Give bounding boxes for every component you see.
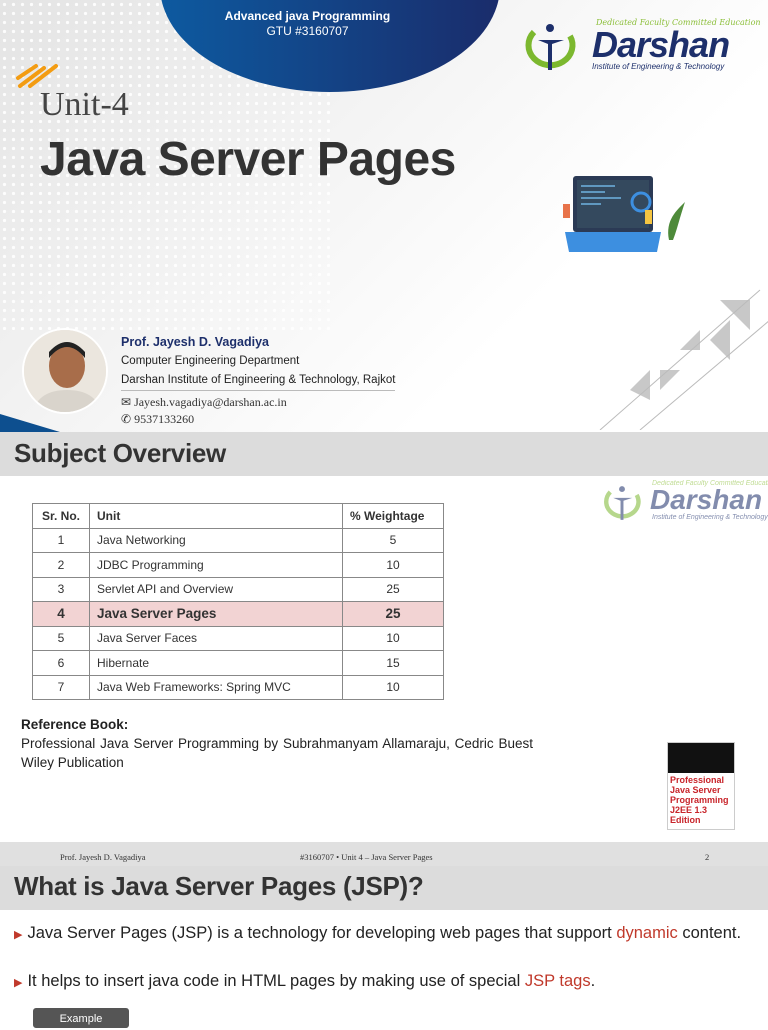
table-row: 4 Java Server Pages 25 [32, 601, 444, 627]
developer-laptop-illustration [563, 176, 685, 252]
professor-institute: Darshan Institute of Engineering & Techn… [121, 371, 396, 391]
jsp-intro-slide: What is Java Server Pages (JSP)? ▶ Java S… [0, 866, 768, 1028]
footer-center: #3160707 • Unit 4 – Java Server Pages [300, 852, 433, 862]
bullet-text: Java Server Pages (JSP) is a technology … [27, 924, 617, 942]
slide-footer: Prof. Jayesh D. Vagadiya #3160707 • Unit… [0, 842, 768, 866]
header-sr-no: Sr. No. [32, 503, 90, 529]
table-row: 3 Servlet API and Overview 25 [32, 576, 444, 602]
page-number: 2 [705, 852, 710, 862]
reference-label: Reference Book: [21, 717, 129, 732]
cell-weightage: 25 [342, 601, 444, 627]
table-row: 6 Hibernate 15 [32, 650, 444, 676]
bullet-highlight: JSP tags [524, 972, 591, 990]
mail-icon: ✉ [121, 395, 135, 409]
header-weightage: % Weightage [342, 503, 444, 529]
bullet-2: ▶ It helps to insert java code in HTML pa… [14, 971, 754, 994]
reference-text: Professional Java Server Programming by … [21, 736, 533, 770]
cell-weightage: 10 [342, 674, 444, 700]
logo-mark-icon [525, 24, 576, 70]
table-row: 2 JDBC Programming 10 [32, 552, 444, 578]
table-header: Sr. No. Unit % Weightage [32, 503, 444, 529]
section-heading: What is Java Server Pages (JSP)? [14, 871, 424, 901]
professor-info: Prof. Jayesh D. Vagadiya Computer Engine… [121, 333, 396, 428]
cell-weightage: 10 [342, 552, 444, 578]
cell-weightage: 5 [342, 527, 444, 553]
section-banner: Subject Overview [0, 432, 768, 476]
section-heading: Subject Overview [14, 438, 226, 468]
course-header: Advanced java Programming GTU #3160707 [200, 9, 415, 39]
bullet-highlight: dynamic [616, 924, 678, 942]
triangle-pattern [599, 289, 768, 430]
table-row: 1 Java Networking 5 [32, 527, 444, 553]
bullet-arrow-icon: ▶ [14, 977, 23, 989]
professor-phone: 9537133260 [134, 412, 195, 426]
cell-weightage: 15 [342, 650, 444, 676]
book-cover-title: Professional Java Server Programming J2E… [670, 775, 729, 825]
bullet-text: . [590, 972, 596, 990]
cell-weightage: 10 [342, 625, 444, 651]
logo-name: Darshan [592, 24, 730, 65]
cell-unit: Hibernate [89, 650, 343, 676]
logo-name: Darshan [650, 484, 763, 515]
book-cover-image: Professional Java Server Programming J2E… [667, 742, 735, 830]
units-table: Sr. No. Unit % Weightage 1 Java Networkin… [32, 503, 444, 700]
bullet-arrow-icon: ▶ [14, 929, 23, 941]
phone-icon: ✆ [121, 412, 135, 426]
section-banner: What is Java Server Pages (JSP)? [0, 866, 768, 910]
cell-unit: Servlet API and Overview [89, 576, 343, 602]
cell-sr-no: 5 [32, 625, 90, 651]
darshan-logo: Dedicated Faculty Committed Education Da… [520, 18, 761, 76]
course-code: GTU #3160707 [266, 24, 349, 38]
logo-mark-icon [604, 486, 641, 520]
table-row: 5 Java Server Faces 10 [32, 625, 444, 651]
cell-unit: Java Server Pages [89, 601, 343, 627]
overview-slide: Subject Overview Dedicated Faculty Commi… [0, 432, 768, 866]
bullet-text: content. [677, 924, 742, 942]
cell-unit: Java Web Frameworks: Spring MVC [89, 674, 343, 700]
darshan-logo-faded: Dedicated Faculty Committed Education Da… [600, 480, 768, 524]
professor-photo [22, 328, 108, 414]
example-button[interactable]: Example [33, 1008, 129, 1028]
cell-sr-no: 3 [32, 576, 90, 602]
professor-email[interactable]: Jayesh.vagadiya@darshan.ac.in [134, 395, 287, 409]
footer-author: Prof. Jayesh D. Vagadiya [60, 852, 146, 862]
bullet-text: It helps to insert java code in HTML pag… [27, 972, 525, 990]
professor-name: Prof. Jayesh D. Vagadiya [121, 335, 269, 349]
logo-subtitle: Institute of Engineering & Technology [592, 62, 725, 71]
cell-sr-no: 1 [32, 527, 90, 553]
title-slide: Advanced java Programming GTU #3160707 D… [0, 0, 768, 432]
table-row: 7 Java Web Frameworks: Spring MVC 10 [32, 674, 444, 700]
unit-number: Unit-4 [40, 86, 129, 123]
cell-unit: Java Server Faces [89, 625, 343, 651]
reference-section: Reference Book: Professional Java Server… [21, 715, 533, 772]
cell-sr-no: 7 [32, 674, 90, 700]
professor-department: Computer Engineering Department [121, 355, 300, 367]
cell-sr-no: 6 [32, 650, 90, 676]
bullet-1: ▶ Java Server Pages (JSP) is a technology… [14, 923, 754, 946]
slide-title: Java Server Pages [40, 133, 456, 186]
course-name: Advanced java Programming [224, 9, 391, 23]
cell-unit: Java Networking [89, 527, 343, 553]
cell-unit: JDBC Programming [89, 552, 343, 578]
cell-sr-no: 2 [32, 552, 90, 578]
cell-weightage: 25 [342, 576, 444, 602]
logo-subtitle: Institute of Engineering & Technology [652, 514, 768, 521]
header-unit: Unit [89, 503, 343, 529]
cell-sr-no: 4 [32, 601, 90, 627]
